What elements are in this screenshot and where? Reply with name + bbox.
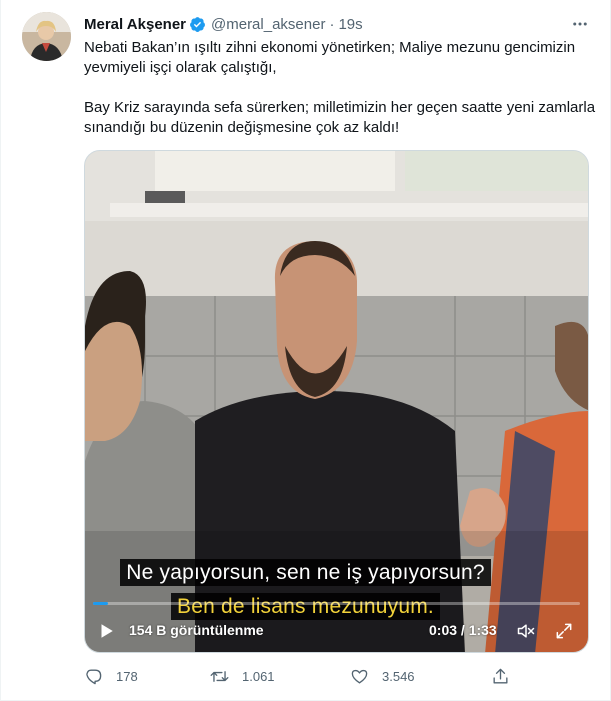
retweet-button[interactable]: 1.061	[210, 664, 275, 688]
subtitle-text: Ben de lisans mezunuyum.	[171, 593, 440, 620]
video-controls: 154 B görüntülenme 0:03 / 1:33	[93, 618, 580, 644]
tweet-header: Meral Akşener @meral_aksener · 19s	[84, 14, 363, 34]
video-progress-fill	[93, 602, 108, 605]
video-progress-bar[interactable]	[93, 602, 580, 605]
retweet-icon	[210, 670, 229, 682]
view-count: 154 B görüntülenme	[129, 622, 264, 638]
share-icon	[493, 668, 508, 684]
play-icon[interactable]	[97, 622, 115, 640]
reply-count: 178	[116, 668, 138, 684]
more-button[interactable]	[568, 12, 592, 36]
mute-icon[interactable]	[516, 621, 536, 641]
retweet-count: 1.061	[242, 668, 275, 684]
tweet-text: Nebati Bakan’ın ışıltı zihni ekonomi yön…	[84, 38, 598, 138]
verified-badge-icon	[190, 16, 205, 32]
video-subtitle-line-1: Ne yapıyorsun, sen ne iş yapıyorsun?	[1, 559, 610, 586]
reply-button[interactable]: 178	[84, 664, 138, 688]
like-button[interactable]: 3.546	[350, 664, 415, 688]
reply-icon	[86, 668, 102, 684]
heart-icon	[351, 669, 368, 684]
separator: ·	[329, 15, 335, 33]
tweet-card[interactable]: Meral Akşener @meral_aksener · 19s Nebat…	[0, 0, 611, 701]
display-name[interactable]: Meral Akşener	[84, 16, 186, 33]
fullscreen-icon[interactable]	[554, 621, 574, 641]
video-subtitle-line-2: Ben de lisans mezunuyum.	[1, 593, 610, 620]
tweet-actions: 178 1.061 3.546	[84, 664, 534, 688]
tweet-paragraph: Nebati Bakan’ın ışıltı zihni ekonomi yön…	[84, 39, 576, 76]
timestamp[interactable]: 19s	[338, 16, 362, 33]
share-button[interactable]	[491, 664, 510, 688]
avatar[interactable]	[22, 12, 71, 61]
handle[interactable]: @meral_aksener	[211, 16, 325, 33]
subtitle-text: Ne yapıyorsun, sen ne iş yapıyorsun?	[120, 559, 491, 586]
tweet-paragraph: Bay Kriz sarayında sefa sürerken; millet…	[84, 99, 596, 136]
avatar-image	[22, 12, 71, 61]
more-icon	[573, 22, 587, 26]
video-timer: 0:03 / 1:33	[429, 622, 497, 638]
like-count: 3.546	[382, 668, 415, 684]
